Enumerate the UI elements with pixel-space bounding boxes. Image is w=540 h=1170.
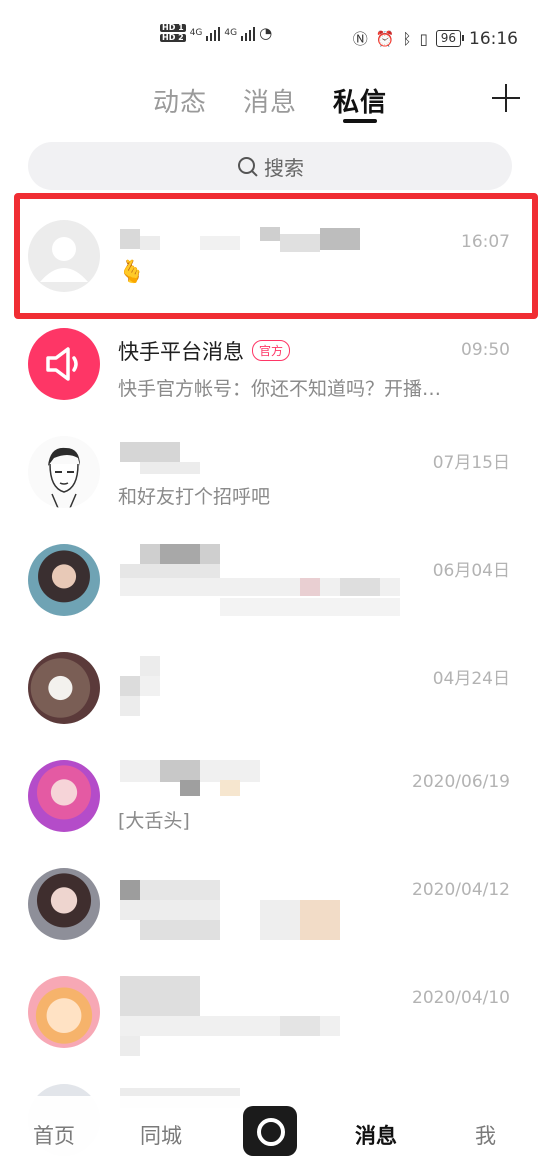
- conversation-time: 04月24日: [432, 669, 510, 689]
- conversation-row[interactable]: 2020/04/10: [0, 952, 540, 1060]
- avatar: [28, 544, 100, 616]
- bottom-nav: 首页 同城 消息 我: [0, 1096, 540, 1170]
- conversation-row[interactable]: 07月15日 和好友打个招呼吧: [0, 412, 540, 520]
- avatar: [28, 868, 100, 940]
- status-bar: HD 1 HD 2 4G 4G ◔ Ⓝ ⏰ ᛒ ▯ 96 16:16: [0, 0, 540, 78]
- tab-sixin[interactable]: 私信: [333, 82, 387, 119]
- conversation-row[interactable]: 2020/06/19 [大舌头]: [0, 736, 540, 844]
- network-type-1: 4G: [189, 28, 203, 38]
- nav-home[interactable]: 首页: [33, 1120, 75, 1150]
- conversation-preview: 和好友打个招呼吧: [118, 486, 271, 508]
- nfc-icon: Ⓝ: [352, 30, 368, 48]
- tab-dongtai[interactable]: 动态: [153, 82, 207, 119]
- vibrate-icon: ▯: [419, 29, 428, 48]
- conversation-time: 07月15日: [432, 453, 510, 473]
- conversation-row[interactable]: 04月24日: [0, 628, 540, 736]
- search-icon: [236, 155, 258, 177]
- conversation-preview: 快手官方帐号：你还不知道吗？开播…: [118, 378, 442, 400]
- battery-indicator: 96: [435, 30, 465, 47]
- avatar: [28, 976, 100, 1048]
- hd2-indicator: HD 2: [160, 33, 186, 42]
- search-placeholder: 搜索: [264, 155, 304, 180]
- cartoon-face-icon: [48, 447, 80, 508]
- camera-icon[interactable]: [243, 1106, 297, 1156]
- conversation-row[interactable]: 06月04日: [0, 520, 540, 628]
- name-mosaic: [120, 976, 200, 1016]
- conversation-time: 2020/04/10: [412, 988, 510, 1008]
- name-mosaic: [120, 442, 180, 462]
- top-tabs: 动态 消息 私信: [0, 78, 540, 128]
- conversation-time: 2020/06/19: [412, 772, 510, 792]
- speaker-icon: [46, 347, 78, 381]
- signal-icon: [241, 25, 256, 41]
- hd1-indicator: HD 1: [160, 23, 186, 32]
- avatar: [28, 436, 100, 508]
- name-mosaic: [120, 880, 140, 900]
- avatar: [28, 652, 100, 724]
- signal-group: HD 1 HD 2 4G 4G ◔: [160, 24, 272, 42]
- tab-xiaoxi[interactable]: 消息: [243, 82, 297, 119]
- network-type-2: 4G: [224, 28, 238, 38]
- alarm-icon: ⏰: [375, 29, 395, 48]
- conversation-row[interactable]: 快手平台消息 官方 09:50 快手官方帐号：你还不知道吗？开播…: [0, 304, 540, 412]
- add-icon[interactable]: [492, 84, 520, 112]
- selection-highlight: [14, 193, 538, 319]
- name-mosaic: [140, 656, 160, 676]
- conversation-row[interactable]: 2020/04/12: [0, 844, 540, 952]
- conversation-time: 06月04日: [432, 561, 510, 581]
- avatar: [28, 328, 100, 400]
- nav-nearby[interactable]: 同城: [140, 1120, 182, 1150]
- search-bar[interactable]: 搜索: [28, 142, 512, 190]
- conversation-time: 09:50: [461, 340, 510, 360]
- bluetooth-icon: ᛒ: [402, 29, 412, 48]
- official-badge: 官方: [252, 340, 291, 361]
- conversation-name: 快手平台消息 官方: [118, 336, 291, 366]
- avatar: [28, 760, 100, 832]
- conversation-time: 2020/04/12: [412, 880, 510, 900]
- signal-icon: [206, 25, 221, 41]
- wifi-icon: ◔: [259, 24, 273, 42]
- status-time: 16:16: [469, 28, 518, 49]
- nav-profile[interactable]: 我: [475, 1120, 496, 1150]
- nav-messages[interactable]: 消息: [355, 1120, 397, 1150]
- conversation-preview: [大舌头]: [118, 810, 190, 832]
- active-tab-indicator: [343, 119, 377, 123]
